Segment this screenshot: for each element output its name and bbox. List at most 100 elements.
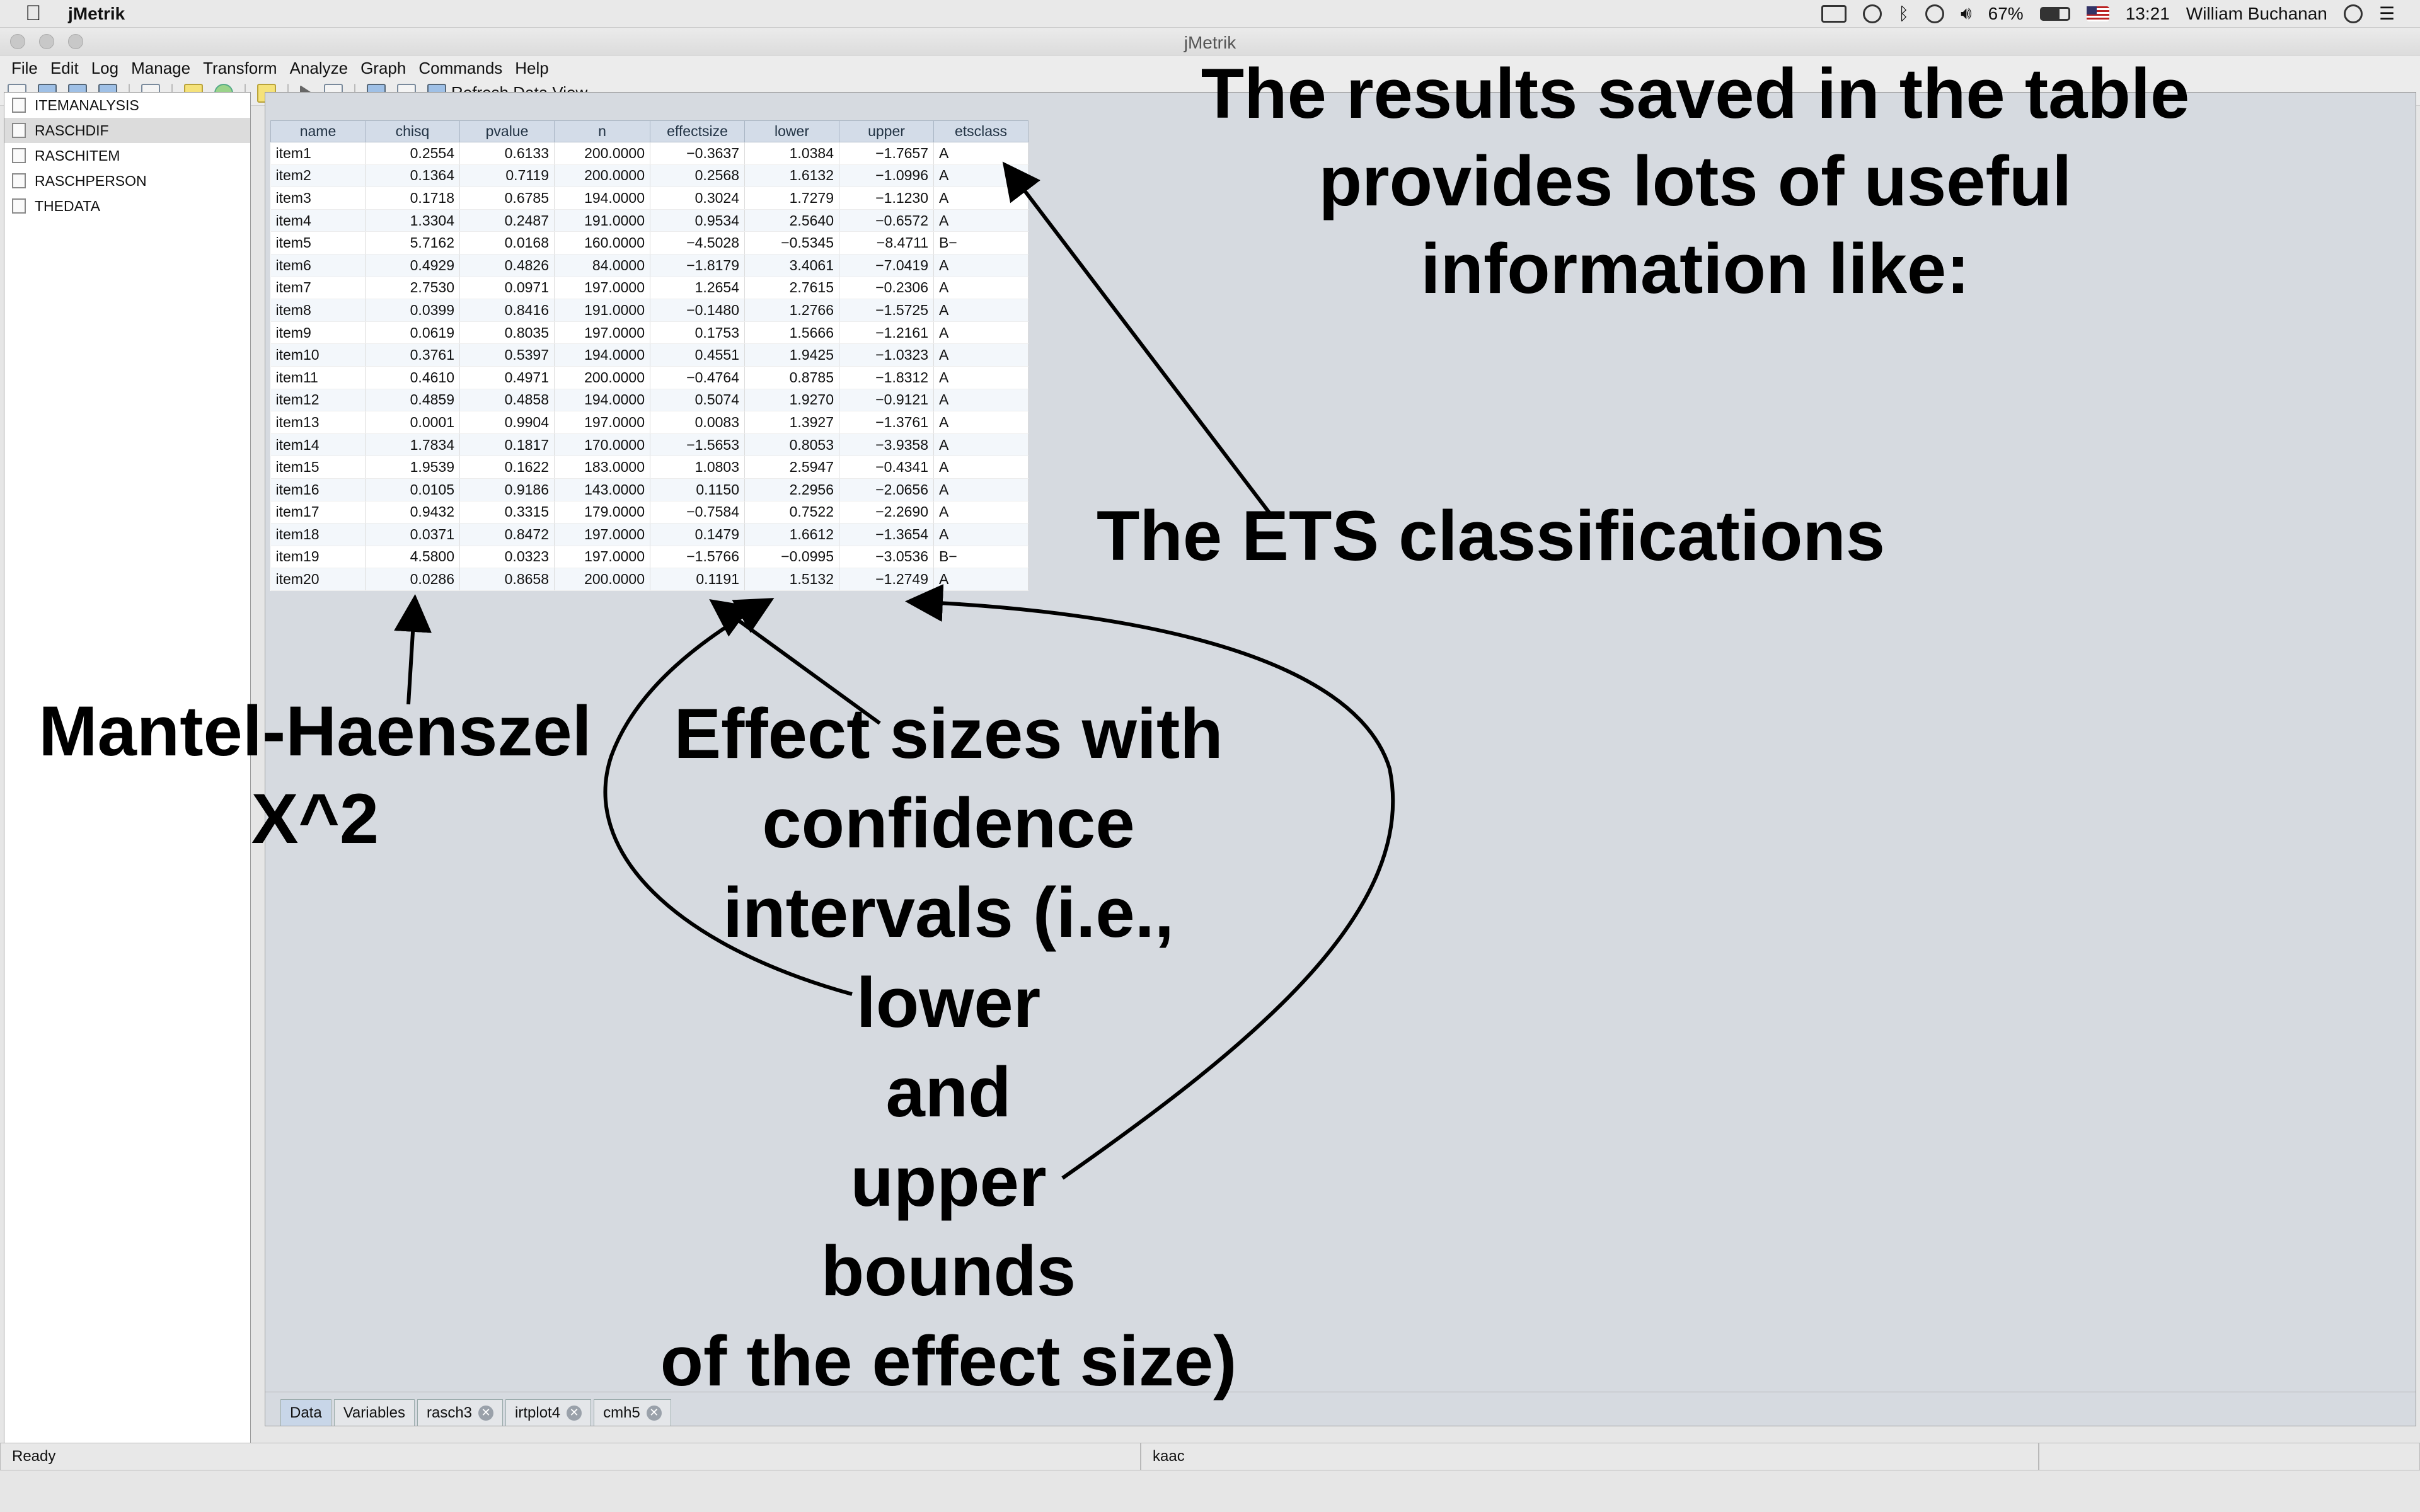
table-cell-etsclass[interactable]: A (933, 523, 1028, 546)
table-cell-pvalue[interactable]: 0.6133 (459, 142, 555, 165)
table-cell-pvalue[interactable]: 0.7119 (459, 164, 555, 188)
table-row[interactable]: item17 0.9432 0.3315 179.0000 −0.7584 0.7522−… (270, 501, 1028, 524)
table-cell-n[interactable]: 143.0000 (554, 478, 650, 501)
table-cell-chisq[interactable]: 4.5800 (365, 546, 460, 569)
table-row[interactable]: item4 1.3304 0.2487 191.0000 0.9534 2.5640 −0.… (270, 209, 1028, 232)
table-cell-n[interactable]: 197.0000 (554, 321, 650, 345)
table-cell-etsclass[interactable]: A (933, 478, 1028, 501)
tree-item-raschdif[interactable]: RASCHDIF (4, 118, 250, 143)
table-cell-etsclass[interactable]: A (933, 389, 1028, 412)
table-cell-n[interactable]: 200.0000 (554, 164, 650, 188)
table-cell-etsclass[interactable]: A (933, 568, 1028, 591)
table-cell-etsclass[interactable]: A (933, 411, 1028, 434)
table-cell-effectsize[interactable]: −4.5028 (650, 231, 745, 255)
menu-file[interactable]: File (11, 59, 38, 78)
table-cell-name[interactable]: item3 (270, 186, 366, 210)
table-cell-name[interactable]: item19 (270, 546, 366, 569)
table-cell-chisq[interactable]: 2.7530 (365, 277, 460, 300)
results-table[interactable]: name chisq pvalue n effectsize lower upp… (270, 120, 1028, 591)
table-cell-lower[interactable]: 2.7615 (744, 277, 839, 300)
table-cell-pvalue[interactable]: 0.9904 (459, 411, 555, 434)
table-cell-chisq[interactable]: 0.4610 (365, 366, 460, 389)
table-cell-lower[interactable]: 2.2956 (744, 478, 839, 501)
table-cell-chisq[interactable]: 0.1718 (365, 186, 460, 210)
table-cell-effectsize[interactable]: 1.2654 (650, 277, 745, 300)
table-cell-n[interactable]: 179.0000 (554, 501, 650, 524)
table-cell-chisq[interactable]: 0.0619 (365, 321, 460, 345)
table-cell-upper[interactable]: −1.2161 (839, 321, 934, 345)
table-cell-pvalue[interactable]: 0.6785 (459, 186, 555, 210)
airplay-icon[interactable] (1821, 4, 1847, 23)
column-header-pvalue[interactable]: pvalue (459, 120, 555, 142)
table-cell-etsclass[interactable]: A (933, 501, 1028, 524)
menu-analyze[interactable]: Analyze (290, 59, 349, 78)
table-row[interactable]: item7 2.7530 0.0971 197.0000 1.2654 2.7615 −0.… (270, 277, 1028, 300)
table-cell-effectsize[interactable]: 0.3024 (650, 186, 745, 210)
table-cell-pvalue[interactable]: 0.4971 (459, 366, 555, 389)
table-cell-effectsize[interactable]: 0.9534 (650, 209, 745, 232)
table-cell-n[interactable]: 194.0000 (554, 389, 650, 412)
table-cell-effectsize[interactable]: −0.3637 (650, 142, 745, 165)
table-cell-n[interactable]: 197.0000 (554, 546, 650, 569)
table-cell-upper[interactable]: −2.2690 (839, 501, 934, 524)
table-cell-lower[interactable]: 2.5947 (744, 455, 839, 479)
menu-commands[interactable]: Commands (418, 59, 502, 78)
column-header-lower[interactable]: lower (744, 120, 839, 142)
table-row[interactable]: item10 0.3761 0.5397 194.0000 0.4551 1.9425 −1… (270, 343, 1028, 367)
table-cell-n[interactable]: 191.0000 (554, 299, 650, 322)
table-cell-etsclass[interactable]: A (933, 343, 1028, 367)
table-row[interactable]: item12 0.4859 0.4858 194.0000 0.5074 1.9270 −0… (270, 389, 1028, 412)
table-cell-upper[interactable]: −1.3761 (839, 411, 934, 434)
table-cell-upper[interactable]: −0.9121 (839, 389, 934, 412)
table-row[interactable]: item14 1.7834 0.1817 170.0000 −1.5653 0.8053−… (270, 433, 1028, 457)
table-cell-name[interactable]: item5 (270, 231, 366, 255)
table-cell-etsclass[interactable]: A (933, 209, 1028, 232)
table-cell-n[interactable]: 200.0000 (554, 366, 650, 389)
table-cell-name[interactable]: item10 (270, 343, 366, 367)
table-cell-name[interactable]: item4 (270, 209, 366, 232)
tab-variables[interactable]: Variables (333, 1399, 415, 1426)
table-cell-name[interactable]: item14 (270, 433, 366, 457)
table-cell-n[interactable]: 191.0000 (554, 209, 650, 232)
table-row[interactable]: item8 0.0399 0.8416 191.0000 −0.1480 1.2766 −1… (270, 299, 1028, 322)
table-cell-lower[interactable]: 1.5132 (744, 568, 839, 591)
table-cell-upper[interactable]: −1.0996 (839, 164, 934, 188)
table-cell-effectsize[interactable]: 0.1150 (650, 478, 745, 501)
column-header-n[interactable]: n (554, 120, 650, 142)
column-header-etsclass[interactable]: etsclass (933, 120, 1028, 142)
table-cell-n[interactable]: 194.0000 (554, 343, 650, 367)
menu-manage[interactable]: Manage (131, 59, 190, 78)
table-cell-lower[interactable]: 1.9270 (744, 389, 839, 412)
table-cell-etsclass[interactable]: A (933, 164, 1028, 188)
table-cell-pvalue[interactable]: 0.0323 (459, 546, 555, 569)
table-cell-n[interactable]: 197.0000 (554, 277, 650, 300)
table-cell-name[interactable]: item12 (270, 389, 366, 412)
battery-icon[interactable] (2039, 6, 2070, 21)
spotlight-search-icon[interactable] (2343, 4, 2363, 23)
table-cell-upper[interactable]: −2.0656 (839, 478, 934, 501)
table-cell-n[interactable]: 197.0000 (554, 523, 650, 546)
table-cell-pvalue[interactable]: 0.0971 (459, 277, 555, 300)
table-cell-effectsize[interactable]: 0.0083 (650, 411, 745, 434)
table-cell-name[interactable]: item1 (270, 142, 366, 165)
table-cell-upper[interactable]: −1.0323 (839, 343, 934, 367)
table-cell-chisq[interactable]: 0.0399 (365, 299, 460, 322)
table-cell-pvalue[interactable]: 0.2487 (459, 209, 555, 232)
table-cell-pvalue[interactable]: 0.8035 (459, 321, 555, 345)
tree-item-itemanalysis[interactable]: ITEMANALYSIS (4, 93, 250, 118)
table-row[interactable]: item19 4.5800 0.0323 197.0000 −1.5766 −0.0995… (270, 546, 1028, 569)
table-row[interactable]: item20 0.0286 0.8658 200.0000 0.1191 1.5132 −1… (270, 568, 1028, 591)
tree-item-thedata[interactable]: THEDATA (4, 193, 250, 219)
menubar-user[interactable]: William Buchanan (2186, 4, 2327, 24)
table-cell-effectsize[interactable]: −1.5653 (650, 433, 745, 457)
table-cell-lower[interactable]: 1.6612 (744, 523, 839, 546)
menubar-app-name[interactable]: jMetrik (68, 4, 125, 24)
table-cell-n[interactable]: 183.0000 (554, 455, 650, 479)
table-cell-chisq[interactable]: 1.7834 (365, 433, 460, 457)
tab-rasch3[interactable]: rasch3 ✕ (417, 1399, 504, 1426)
table-cell-name[interactable]: item11 (270, 366, 366, 389)
table-row[interactable]: item5 5.7162 0.0168 160.0000 −4.5028 −0.5345−… (270, 231, 1028, 255)
table-cell-effectsize[interactable]: 0.4551 (650, 343, 745, 367)
table-cell-lower[interactable]: −0.5345 (744, 231, 839, 255)
table-cell-effectsize[interactable]: 1.0803 (650, 455, 745, 479)
